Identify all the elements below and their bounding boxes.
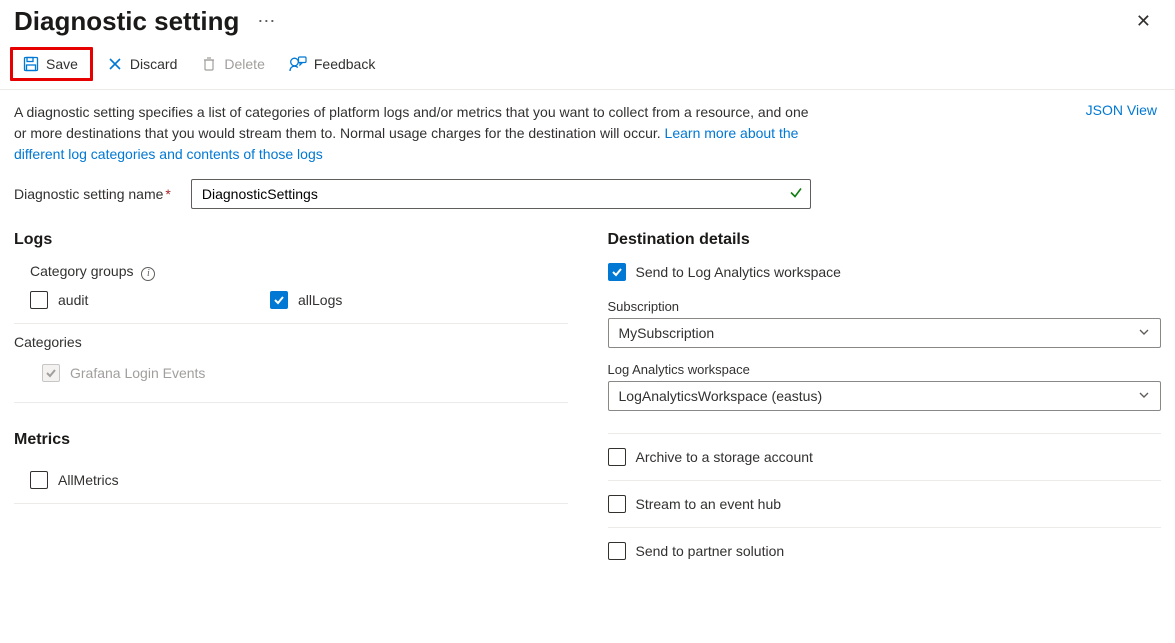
feedback-button[interactable]: Feedback: [279, 50, 385, 78]
discard-button[interactable]: Discard: [97, 50, 187, 78]
workspace-label: Log Analytics workspace: [608, 362, 1162, 377]
category-groups-label: Category groups i: [30, 263, 568, 281]
partner-label: Send to partner solution: [636, 543, 785, 559]
required-indicator: *: [165, 186, 170, 202]
subscription-value: MySubscription: [619, 325, 715, 341]
storage-checkbox[interactable]: [608, 448, 626, 466]
partner-row[interactable]: Send to partner solution: [608, 542, 1162, 560]
storage-row[interactable]: Archive to a storage account: [608, 448, 1162, 466]
grafana-login-row: Grafana Login Events: [30, 360, 552, 386]
discard-icon: [107, 56, 123, 72]
save-label: Save: [46, 56, 78, 72]
delete-icon: [201, 56, 217, 72]
workspace-value: LogAnalyticsWorkspace (eastus): [619, 388, 823, 404]
audit-checkbox-row[interactable]: audit: [30, 291, 230, 309]
description-text: A diagnostic setting specifies a list of…: [14, 102, 814, 165]
alllogs-checkbox[interactable]: [270, 291, 288, 309]
discard-label: Discard: [130, 56, 177, 72]
audit-checkbox[interactable]: [30, 291, 48, 309]
subscription-label: Subscription: [608, 299, 1162, 314]
validation-ok-icon: [789, 186, 803, 203]
audit-label: audit: [58, 292, 88, 308]
subscription-select[interactable]: MySubscription: [608, 318, 1162, 348]
alllogs-label: allLogs: [298, 292, 342, 308]
more-icon[interactable]: ⋯: [257, 11, 276, 32]
chevron-down-icon: [1138, 325, 1150, 341]
grafana-login-label: Grafana Login Events: [70, 365, 205, 381]
storage-label: Archive to a storage account: [636, 449, 813, 465]
chevron-down-icon: [1138, 388, 1150, 404]
info-icon[interactable]: i: [141, 267, 155, 281]
log-analytics-label: Send to Log Analytics workspace: [636, 264, 841, 280]
delete-label: Delete: [224, 56, 264, 72]
categories-label: Categories: [14, 334, 552, 350]
save-icon: [23, 56, 39, 72]
log-analytics-checkbox[interactable]: [608, 263, 626, 281]
eventhub-checkbox[interactable]: [608, 495, 626, 513]
allmetrics-label: AllMetrics: [58, 472, 119, 488]
partner-checkbox[interactable]: [608, 542, 626, 560]
logs-header: Logs: [14, 231, 568, 249]
feedback-icon: [289, 56, 307, 72]
setting-name-input[interactable]: [191, 179, 811, 209]
log-analytics-row[interactable]: Send to Log Analytics workspace: [608, 263, 1162, 281]
json-view-link[interactable]: JSON View: [1086, 102, 1161, 118]
destination-header: Destination details: [608, 231, 1162, 249]
save-button[interactable]: Save: [13, 50, 88, 78]
close-icon[interactable]: ✕: [1126, 7, 1161, 36]
allmetrics-row[interactable]: AllMetrics: [30, 471, 552, 489]
metrics-header: Metrics: [14, 431, 568, 449]
feedback-label: Feedback: [314, 56, 375, 72]
allmetrics-checkbox[interactable]: [30, 471, 48, 489]
grafana-login-checkbox: [42, 364, 60, 382]
eventhub-row[interactable]: Stream to an event hub: [608, 495, 1162, 513]
eventhub-label: Stream to an event hub: [636, 496, 782, 512]
workspace-select[interactable]: LogAnalyticsWorkspace (eastus): [608, 381, 1162, 411]
toolbar: Save Discard Delete Feedback: [0, 47, 1175, 90]
delete-button: Delete: [191, 50, 274, 78]
alllogs-checkbox-row[interactable]: allLogs: [270, 291, 342, 309]
setting-name-label: Diagnostic setting name: [14, 186, 163, 202]
page-title: Diagnostic setting: [14, 6, 239, 37]
